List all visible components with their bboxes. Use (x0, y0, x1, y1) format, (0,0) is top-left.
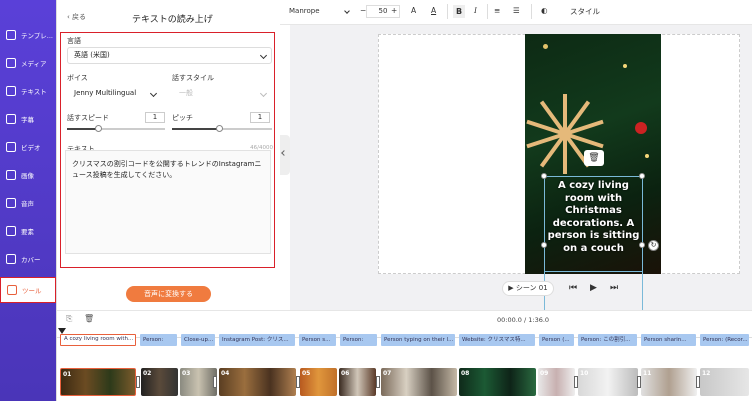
left-sidebar: テンプレ... メディア テキスト 字幕 ビデオ 画像 音声 要素 カバー ツー… (0, 0, 57, 401)
subtitle-segment[interactable]: Close-up... (181, 334, 215, 346)
time-display: 00:00.0 / 1:36.0 (497, 316, 550, 324)
style-label: 話すスタイル (172, 74, 214, 82)
pitch-value[interactable]: 1 (250, 112, 270, 123)
chevron-down-icon (149, 89, 158, 98)
chevron-down-icon (259, 51, 268, 60)
language-label: 言語 (67, 37, 81, 45)
speed-slider[interactable] (67, 125, 165, 132)
scene-thumbnail[interactable]: 06 (339, 368, 376, 396)
sidebar-item-audio[interactable]: 音声 (0, 190, 56, 216)
font-size-plus[interactable]: + (391, 6, 397, 15)
media-icon (6, 58, 16, 68)
text-color-icon[interactable]: A (431, 6, 436, 15)
scene-thumbnail[interactable]: 03 (180, 368, 217, 396)
pitch-slider-knob[interactable] (216, 125, 223, 132)
subtitle-segment[interactable]: Person sharin... (641, 334, 696, 346)
sidebar-item-video[interactable]: ビデオ (0, 134, 56, 160)
scene-thumbnail[interactable]: 01 (60, 368, 136, 396)
opacity-icon[interactable]: ◐ (541, 6, 548, 15)
resize-handle[interactable] (639, 173, 645, 179)
align-center-icon[interactable]: ≡ (494, 6, 500, 15)
rotate-icon[interactable]: ↻ (648, 240, 659, 251)
voice-select[interactable]: Jenny Multilingual (67, 85, 162, 102)
trash-icon[interactable]: 🗑 (84, 314, 94, 323)
scene-thumbnail[interactable]: 12 (700, 368, 749, 396)
scene-thumbnail[interactable]: 04 (219, 368, 296, 396)
voice-label: ボイス (67, 74, 88, 82)
italic-button[interactable]: I (474, 6, 477, 15)
subtitle-segment[interactable]: A cozy living room with... (60, 334, 136, 346)
convert-to-audio-button[interactable]: 音声に変換する (126, 286, 211, 302)
scene-thumbnail[interactable]: 02 (141, 368, 178, 396)
font-select[interactable]: Manrope (289, 7, 320, 15)
subtitle-segment[interactable]: Person typing on their l... (381, 334, 455, 346)
subtitle-segment[interactable]: Website: クリスマス特... (459, 334, 535, 346)
sidebar-item-subtitle[interactable]: 字幕 (0, 106, 56, 132)
style-button[interactable]: スタイル (570, 6, 600, 17)
sidebar-item-elements[interactable]: 要素 (0, 218, 56, 244)
skip-forward-icon[interactable]: ⏭ (610, 283, 618, 293)
subtitle-segment[interactable]: Person: (Recor... (700, 334, 749, 346)
resize-handle[interactable] (541, 242, 547, 248)
scene-thumbnail[interactable]: 08 (459, 368, 536, 396)
sidebar-item-image[interactable]: 画像 (0, 162, 56, 188)
play-icon[interactable]: ▶ (590, 283, 597, 293)
panel-title: テキストの読み上げ (132, 15, 213, 25)
back-button[interactable]: ‹ 戻る (67, 12, 86, 22)
subtitle-segment[interactable]: Person: (340, 334, 377, 346)
tools-icon (7, 285, 17, 295)
elements-icon (6, 226, 16, 236)
bold-button[interactable]: B (453, 5, 465, 18)
line-spacing-icon[interactable]: ☰ (513, 6, 520, 15)
split-icon[interactable]: ⎘ (66, 314, 72, 324)
sidebar-item-text[interactable]: テキスト (0, 78, 56, 104)
scene-thumbnail[interactable]: 10 (578, 368, 638, 396)
speed-value[interactable]: 1 (145, 112, 165, 123)
subtitle-segment[interactable]: Instagram Post: クリス... (219, 334, 295, 346)
speed-slider-knob[interactable] (95, 125, 102, 132)
text-input[interactable]: クリスマスの割引コードを公開するトレンドのInstagramニュース投稿を生成し… (65, 150, 271, 254)
layers-icon (6, 30, 16, 40)
chevron-down-icon (259, 89, 268, 98)
subtitle-segment[interactable]: Person: この割引... (578, 334, 637, 346)
subtitle-segment[interactable]: Person s... (299, 334, 336, 346)
subtitle-icon (6, 114, 16, 124)
skip-back-icon[interactable]: ⏮ (569, 283, 577, 293)
chevron-left-icon (281, 150, 287, 156)
scene-thumbnail[interactable]: 09 (538, 368, 575, 396)
subtitle-segment[interactable]: Person: (140, 334, 177, 346)
resize-handle[interactable] (639, 242, 645, 248)
subtitle-segment[interactable]: Person (... (539, 334, 574, 346)
scene-thumbnail[interactable]: 07 (381, 368, 457, 396)
video-icon (6, 142, 16, 152)
delete-icon[interactable]: 🗑 (584, 150, 604, 166)
resize-handle[interactable] (541, 173, 547, 179)
scene-thumbnail[interactable]: 11 (641, 368, 697, 396)
audio-icon (6, 198, 16, 208)
image-icon (6, 170, 16, 180)
sidebar-item-templates[interactable]: テンプレ... (0, 22, 56, 48)
cover-icon (6, 254, 16, 264)
text-toolbar: Manrope − 50 + A A B I ≡ ☰ ◐ スタイル (280, 0, 752, 25)
tts-panel: ‹ 戻る テキストの読み上げ 言語 英語 (米国) ボイス Jenny Mult… (57, 0, 280, 310)
scene-thumbnail[interactable]: 05 (300, 368, 337, 396)
pitch-slider[interactable] (172, 125, 272, 132)
text-icon (6, 86, 16, 96)
collapse-panel-button[interactable] (280, 135, 290, 175)
sidebar-item-tools[interactable]: ツール (0, 277, 56, 303)
style-select[interactable]: 一般 (172, 85, 272, 102)
sidebar-item-cover[interactable]: カバー (0, 246, 56, 272)
caption-text[interactable]: A cozy living room with Christmas decora… (544, 176, 643, 272)
scene-selector[interactable]: ▶ シーン 01 (502, 281, 554, 296)
text-size-icon[interactable]: A (411, 6, 416, 15)
sidebar-item-media[interactable]: メディア (0, 50, 56, 76)
language-select[interactable]: 英語 (米国) (67, 47, 272, 64)
pitch-label: ピッチ (172, 114, 193, 122)
speed-label: 話すスピード (67, 114, 109, 122)
chevron-down-icon (344, 8, 350, 14)
